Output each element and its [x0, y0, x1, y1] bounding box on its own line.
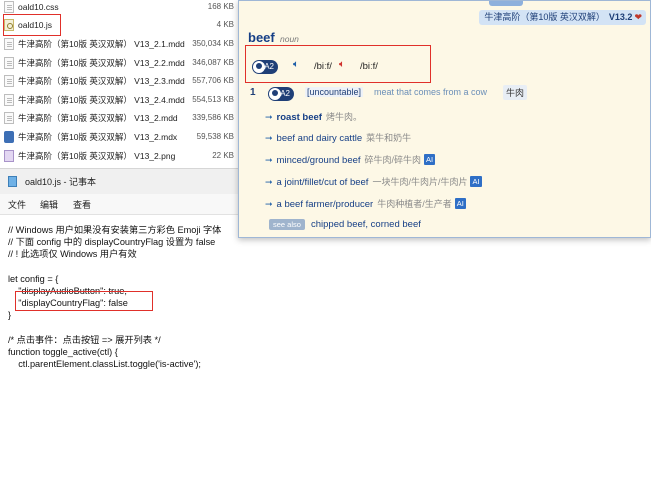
- code-line: // Windows 用户如果没有安装第三方彩色 Emoji 字体: [8, 225, 222, 235]
- heart-icon[interactable]: ❤: [634, 12, 642, 22]
- arrow-right-icon: ➞: [265, 155, 273, 165]
- sense-number: 1: [250, 87, 256, 98]
- cefr-level-badge: A2: [252, 60, 278, 74]
- popup-handle[interactable]: [489, 1, 523, 6]
- arrow-right-icon: ➞: [265, 133, 273, 143]
- code-line: function toggle_active(ctl) {: [8, 347, 118, 357]
- ai-translation-badge[interactable]: AI: [470, 176, 482, 187]
- ai-translation-badge[interactable]: AI: [424, 154, 436, 165]
- oxford-3000-icon: [269, 88, 281, 100]
- code-line: let config = {: [8, 274, 59, 284]
- headword: beef: [248, 30, 275, 45]
- notepad-icon: [8, 176, 17, 187]
- definition-en: meat that comes from a cow: [374, 87, 488, 97]
- file-size: 22 KB: [212, 151, 234, 160]
- see-also-label: see also: [269, 219, 305, 230]
- code-line: }: [8, 310, 12, 320]
- menu-view[interactable]: 查看: [73, 198, 91, 211]
- dictionary-version: V13.2: [608, 12, 633, 22]
- grammar-label: [uncountable]: [305, 87, 364, 97]
- code-line: ctl.parentElement.classList.toggle('is-a…: [8, 359, 201, 369]
- pronunciation-uk: /biːf/: [314, 61, 332, 72]
- image-file-icon: [4, 150, 14, 162]
- pronunciation-us: /biːf/: [360, 61, 378, 72]
- menu-file[interactable]: 文件: [8, 198, 26, 211]
- arrow-right-icon: ➞: [265, 112, 273, 122]
- definition-zh: 牛肉: [503, 85, 528, 100]
- document-icon: [4, 1, 14, 13]
- file-name: 牛津高阶（第10版 英汉双解） V13_2.png: [18, 151, 176, 161]
- notepad-text-area[interactable]: // Windows 用户如果没有安装第三方彩色 Emoji 字体 // 下面 …: [0, 215, 651, 500]
- dictionary-title[interactable]: 牛津高阶（第10版 英汉双解） V13.2 ❤: [479, 10, 646, 25]
- window-title: oald10.js - 记事本: [25, 177, 97, 187]
- document-icon: [4, 75, 14, 87]
- file-list: oald10.css 168 KB oald10.js 4 KB 牛津高阶（第1…: [0, 0, 240, 168]
- speaker-us-icon[interactable]: 🔈︎: [339, 59, 345, 70]
- example-item: ➞ a beef farmer/producer 牛肉种植者/生产者 AI: [265, 198, 466, 210]
- see-also-links[interactable]: chipped beef, corned beef: [311, 219, 421, 230]
- document-icon: [4, 112, 14, 124]
- example-item: ➞ a joint/fillet/cut of beef 一块牛肉/牛肉片/牛肉片 A…: [265, 176, 482, 188]
- example-item: ➞ roast beef 烤牛肉。: [265, 112, 362, 123]
- mdx-file-icon: [4, 131, 14, 143]
- highlight-box-js-file: [3, 14, 61, 36]
- arrow-right-icon: ➞: [265, 177, 273, 187]
- document-icon: [4, 57, 14, 69]
- sense-cefr-badge: A2: [268, 87, 294, 101]
- speaker-uk-icon[interactable]: 🔈︎: [293, 59, 299, 70]
- example-item: ➞ minced/ground beef 碎牛肉/碎牛肉 AI: [265, 154, 436, 166]
- code-line: /* 点击事件：点击按钮 => 展开列表 */: [8, 335, 161, 345]
- document-icon: [4, 38, 14, 50]
- document-icon: [4, 94, 14, 106]
- file-row[interactable]: 牛津高阶（第10版 英汉双解） V13_2.png 22 KB: [0, 145, 240, 167]
- part-of-speech: noun: [280, 34, 299, 44]
- ai-translation-badge[interactable]: AI: [454, 198, 466, 209]
- menu-edit[interactable]: 编辑: [40, 198, 58, 211]
- arrow-right-icon: ➞: [265, 199, 273, 209]
- code-line: // 下面 config 中的 displayCountryFlag 设置为 f…: [8, 237, 216, 247]
- example-item: ➞ beef and dairy cattle 菜牛和奶牛: [265, 133, 412, 144]
- code-line: // ! 此选项仅 Windows 用户有效: [8, 249, 137, 259]
- dictionary-name: 牛津高阶（第10版 英汉双解）: [484, 12, 605, 22]
- oxford-3000-icon: [253, 61, 265, 73]
- dictionary-popup: 牛津高阶（第10版 英汉双解） V13.2 ❤ beef noun A2 🔈︎ /b…: [238, 0, 651, 238]
- highlight-box-country-flag: [15, 291, 153, 311]
